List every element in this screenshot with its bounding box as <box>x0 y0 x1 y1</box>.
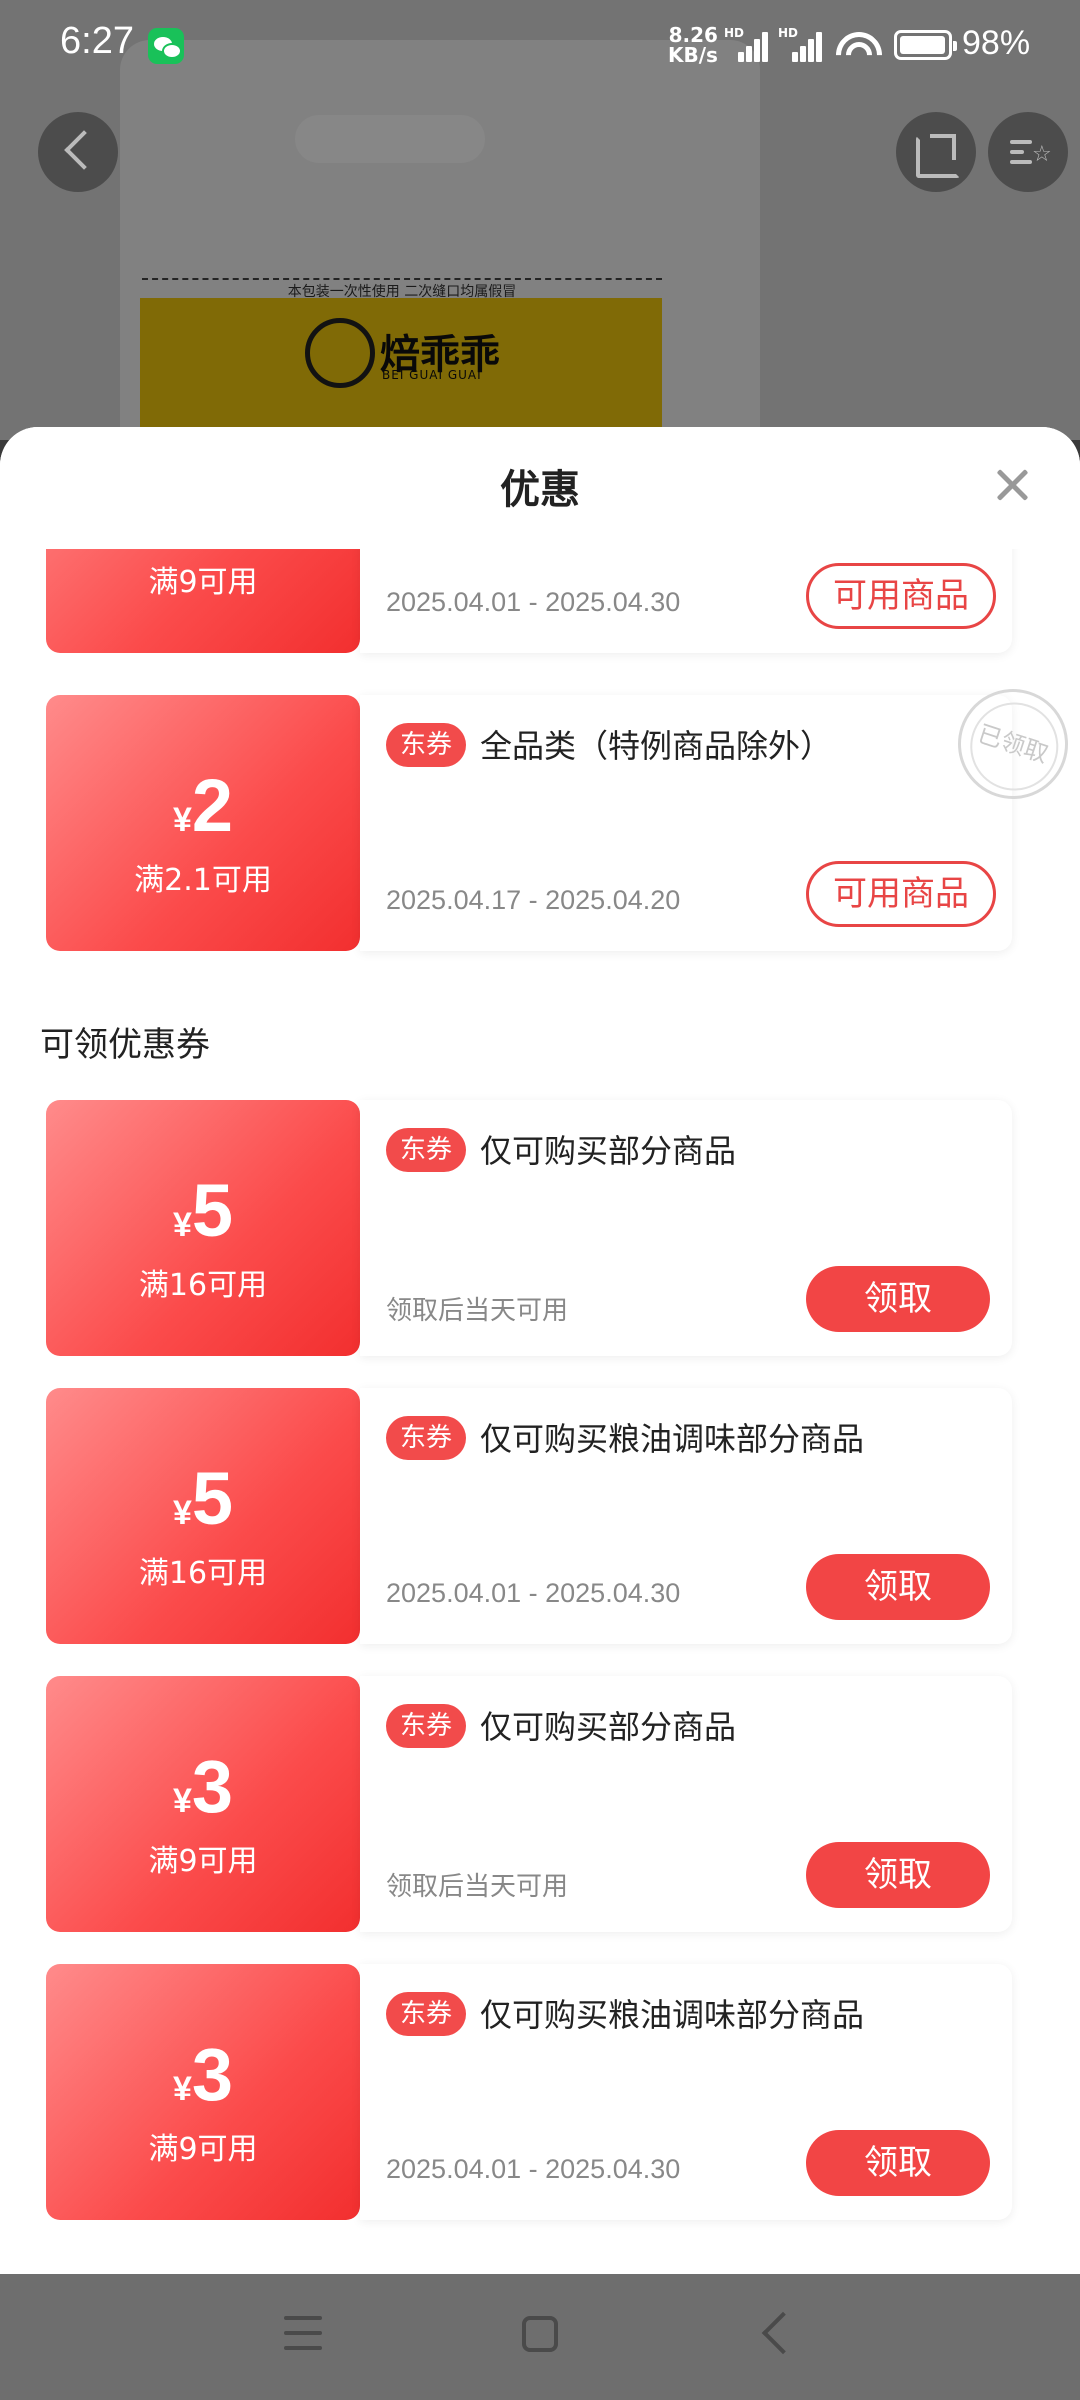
net-speed-unit: KB/s <box>668 43 718 67</box>
coupon-sheet: 优惠 满9可用 2025.04.01 - 2025.04.30 可用商品 优惠 … <box>0 427 1080 2274</box>
coupon-info: 东券 仅可购买粮油调味部分商品 2025.04.01 - 2025.04.30 … <box>360 1964 1012 2220</box>
claim-button[interactable]: 领取 <box>806 1266 990 1332</box>
clock: 6:27 <box>60 20 134 62</box>
recent-apps-icon[interactable] <box>284 2316 322 2352</box>
signal-hd-label: HD <box>778 26 799 40</box>
coupon-value-panel: ¥5 满16可用 <box>46 1388 360 1644</box>
coupon-value-panel: ¥5 满16可用 <box>46 1100 360 1356</box>
system-nav-bar <box>0 2274 1080 2400</box>
applicable-goods-button[interactable]: 可用商品 <box>806 861 996 927</box>
coupon-date: 2025.04.01 - 2025.04.30 <box>386 2154 681 2184</box>
net-speed-value: 8.26 <box>668 23 718 47</box>
coupon-card: ¥2 满2.1可用 东券 全品类（特例商品除外） 2025.04.17 - 20… <box>46 674 1080 951</box>
coupon-tag: 东券 <box>386 723 466 767</box>
star-icon: ☆ <box>1032 142 1052 167</box>
back-icon[interactable] <box>761 2311 805 2355</box>
coupon-desc: 全品类（特例商品除外） <box>480 727 833 765</box>
network-speed: 8.26 KB/s <box>668 25 718 65</box>
coupon-value-panel: ¥3 满9可用 <box>46 1964 360 2220</box>
coupon-tag: 东券 <box>386 1128 466 1172</box>
coupon-date: 领取后当天可用 <box>386 1295 569 1325</box>
coupon-amount: ¥5 <box>46 1456 360 1541</box>
coupon-date: 2025.04.17 - 2025.04.20 <box>386 885 681 915</box>
wifi-icon <box>826 22 892 88</box>
more-menu-button[interactable]: ☆ <box>988 112 1068 192</box>
coupon-desc: 仅可购买部分商品 <box>480 1132 737 1170</box>
sheet-title: 优惠 <box>500 467 580 513</box>
coupon-info: 东券 全品类（特例商品除外） 2025.04.17 - 2025.04.20 可… <box>360 674 1080 951</box>
claim-button[interactable]: 领取 <box>806 1554 990 1620</box>
coupon-amount: ¥2 <box>46 763 360 848</box>
coupon-value-panel: ¥2 满2.1可用 <box>46 695 360 951</box>
coupon-threshold: 满16可用 <box>138 1268 268 1303</box>
coupon-amount: ¥5 <box>46 1168 360 1253</box>
close-icon[interactable] <box>990 463 1034 507</box>
coupon-desc: 仅可购买粮油调味部分商品 <box>480 1420 865 1458</box>
coupon-tag: 东券 <box>386 1704 466 1748</box>
currency-symbol: ¥ <box>172 1782 192 1820</box>
coupon-card: ¥3 满9可用 东券 仅可购买部分商品 领取后当天可用 领取 <box>46 1676 1012 1932</box>
coupon-info: 东券 仅可购买部分商品 领取后当天可用 领取 <box>360 1100 1012 1356</box>
amount-value: 5 <box>191 1457 234 1540</box>
amount-value: 5 <box>191 1169 234 1252</box>
amount-value: 3 <box>191 1745 234 1828</box>
coupon-tag: 东券 <box>386 1992 466 2036</box>
claimed-stamp-icon: 已领取 <box>943 674 1080 814</box>
signal-icon: HD <box>778 26 826 62</box>
coupon-date: 领取后当天可用 <box>386 1871 569 1901</box>
coupon-threshold: 满16可用 <box>138 1556 268 1591</box>
coupon-card: ¥5 满16可用 东券 仅可购买粮油调味部分商品 2025.04.01 - 20… <box>46 1388 1012 1644</box>
coupon-threshold: 满9可用 <box>148 2132 258 2167</box>
coupon-desc: 仅可购买部分商品 <box>480 1708 737 1746</box>
amount-value: 2 <box>191 764 234 847</box>
wechat-icon <box>148 28 184 64</box>
coupon-amount: ¥3 <box>46 2032 360 2117</box>
back-button[interactable] <box>38 112 118 192</box>
coupon-threshold: 满9可用 <box>148 1844 258 1879</box>
currency-symbol: ¥ <box>172 2070 192 2108</box>
home-icon[interactable] <box>522 2316 558 2352</box>
currency-symbol: ¥ <box>172 1494 192 1532</box>
applicable-goods-button[interactable]: 可用商品 <box>806 563 996 629</box>
currency-symbol: ¥ <box>172 801 192 839</box>
signal-hd-label: HD <box>724 26 745 40</box>
coupon-threshold: 满2.1可用 <box>134 863 272 898</box>
share-button[interactable] <box>896 112 976 192</box>
coupon-info: 东券 仅可购买粮油调味部分商品 2025.04.01 - 2025.04.30 … <box>360 1388 1012 1644</box>
currency-symbol: ¥ <box>172 1206 192 1244</box>
amount-value: 3 <box>191 2033 234 2116</box>
coupon-tag: 东券 <box>386 1416 466 1460</box>
coupon-threshold: 满9可用 <box>148 565 258 600</box>
coupon-card: ¥3 满9可用 东券 仅可购买粮油调味部分商品 2025.04.01 - 202… <box>46 1964 1012 2220</box>
claim-button[interactable]: 领取 <box>806 2130 990 2196</box>
coupon-card: ¥5 满16可用 东券 仅可购买部分商品 领取后当天可用 领取 <box>46 1100 1012 1356</box>
coupon-date: 2025.04.01 - 2025.04.30 <box>386 1578 681 1608</box>
coupon-value-panel: ¥3 满9可用 <box>46 1676 360 1932</box>
status-bar: 6:27 8.26 KB/s HD HD 98% <box>0 0 1080 92</box>
claim-button[interactable]: 领取 <box>806 1842 990 1908</box>
battery-percent: 98% <box>962 24 1031 62</box>
section-title: 可领优惠券 <box>40 1025 210 1065</box>
battery-icon <box>894 30 957 60</box>
signal-icon: HD <box>724 26 772 62</box>
coupon-info: 东券 仅可购买部分商品 领取后当天可用 领取 <box>360 1676 1012 1932</box>
coupon-desc: 仅可购买粮油调味部分商品 <box>480 1996 865 2034</box>
coupon-amount: ¥3 <box>46 1744 360 1829</box>
coupon-date: 2025.04.01 - 2025.04.30 <box>386 587 681 617</box>
